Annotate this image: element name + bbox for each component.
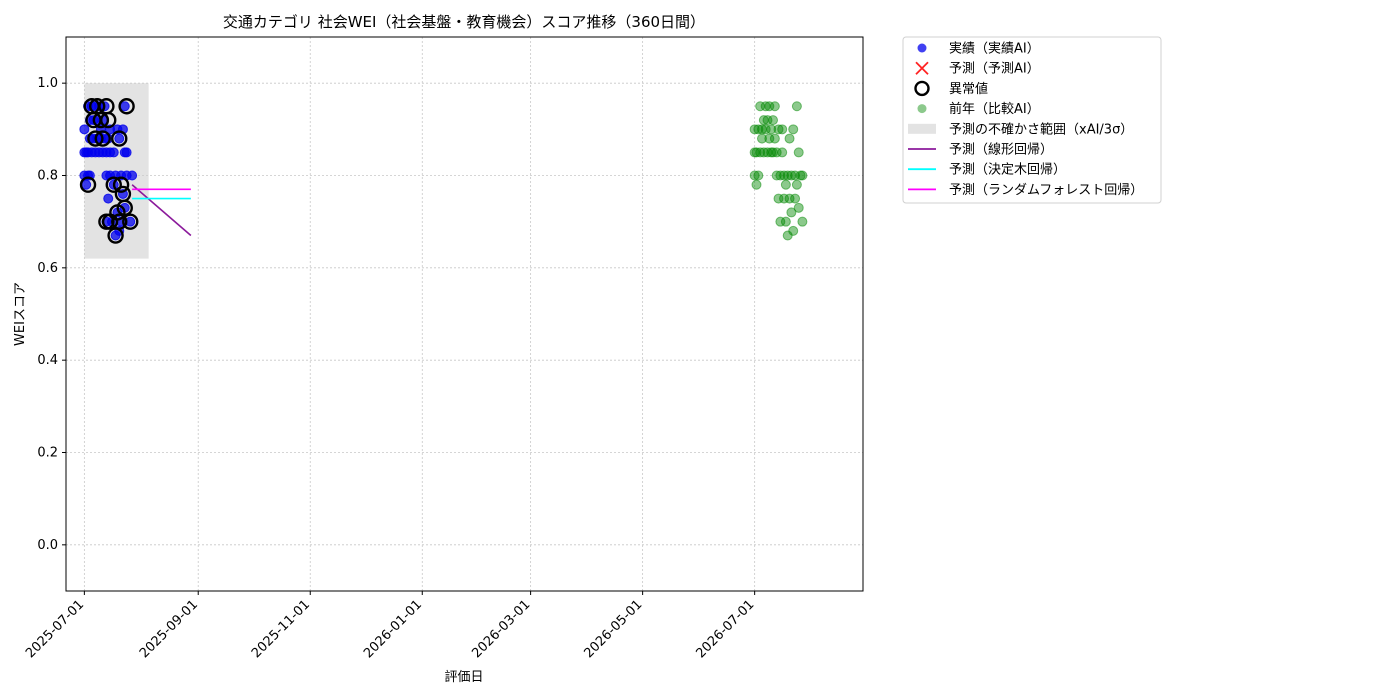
x-axis-title: 評価日 bbox=[444, 670, 483, 685]
previous-year-point bbox=[780, 216, 791, 227]
x-tick-label: 2026-07-01 bbox=[693, 597, 757, 661]
y-tick-label: 0.8 bbox=[37, 169, 58, 184]
legend-marker-actual bbox=[917, 43, 927, 53]
x-tick-label: 2025-07-01 bbox=[23, 597, 87, 661]
previous-year-point bbox=[791, 179, 802, 190]
previous-year-point bbox=[769, 133, 780, 144]
previous-year-point bbox=[769, 101, 780, 112]
y-tick-label: 0.6 bbox=[37, 261, 58, 276]
previous-year-series bbox=[749, 101, 808, 241]
previous-year-point bbox=[791, 101, 802, 112]
y-tick-label: 0.2 bbox=[37, 446, 58, 461]
previous-year-point bbox=[753, 170, 764, 181]
previous-year-point bbox=[777, 147, 788, 158]
legend: 実績（実績AI） 予測（予測AI） 異常値前年（比較AI） 予測の不確かさ範囲（xAI… bbox=[902, 36, 1162, 204]
legend-marker-uncertainty bbox=[908, 123, 936, 134]
previous-year-point bbox=[780, 179, 791, 190]
actual-point bbox=[127, 170, 138, 181]
y-tick-label: 0.4 bbox=[37, 353, 58, 368]
x-axis-ticks: 2025-07-01 2025-09-01 2025-11-01 2026-01-01… bbox=[23, 591, 757, 661]
legend-label: 予測（ランダムフォレスト回帰） bbox=[949, 182, 1143, 198]
previous-year-point bbox=[797, 170, 808, 181]
previous-year-point bbox=[788, 225, 799, 236]
legend-marker-previous-year bbox=[917, 104, 927, 114]
legend-label: 予測（予測AI） bbox=[949, 62, 1040, 77]
y-tick-label: 1.0 bbox=[37, 76, 58, 91]
legend-label: 異常値 bbox=[949, 81, 988, 97]
previous-year-point bbox=[793, 147, 804, 158]
legend-label: 予測の不確かさ範囲（xAI/3σ） bbox=[949, 121, 1133, 137]
previous-year-point bbox=[784, 133, 795, 144]
legend-label: 前年（比較AI） bbox=[949, 101, 1040, 117]
x-tick-label: 2026-05-01 bbox=[581, 597, 645, 661]
legend-label: 予測（線形回帰） bbox=[949, 142, 1053, 158]
y-tick-label: 0.0 bbox=[37, 538, 58, 553]
previous-year-point bbox=[790, 193, 801, 204]
plot-area-frame bbox=[65, 36, 864, 592]
x-tick-label: 2026-01-01 bbox=[361, 597, 425, 661]
previous-year-point bbox=[777, 124, 788, 135]
actual-point bbox=[108, 147, 119, 158]
x-tick-label: 2025-11-01 bbox=[249, 597, 313, 661]
y-axis-ticks: 0.0 0.2 0.4 0.6 0.8 1.0 bbox=[37, 76, 66, 553]
x-tick-label: 2025-09-01 bbox=[137, 597, 201, 661]
actual-point bbox=[79, 124, 90, 135]
chart-canvas: 交通カテゴリ 社会WEI（社会基盤・教育機会）スコア推移（360日間） 0.00… bbox=[13, 13, 1162, 685]
grid-lines bbox=[66, 37, 863, 591]
x-tick-label: 2026-03-01 bbox=[469, 597, 533, 661]
actual-point bbox=[121, 147, 132, 158]
previous-year-point bbox=[797, 216, 808, 227]
previous-year-point bbox=[768, 115, 779, 126]
previous-year-point bbox=[793, 202, 804, 213]
previous-year-point bbox=[751, 179, 762, 190]
previous-year-point bbox=[788, 124, 799, 135]
legend-label: 実績（実績AI） bbox=[949, 41, 1040, 57]
y-axis-title: WEIスコア bbox=[13, 282, 28, 346]
actual-point bbox=[103, 193, 114, 204]
legend-label: 予測（決定木回帰） bbox=[949, 162, 1066, 178]
actual-point bbox=[114, 133, 125, 144]
chart-title: 交通カテゴリ 社会WEI（社会基盤・教育機会）スコア推移（360日間） bbox=[223, 13, 705, 31]
